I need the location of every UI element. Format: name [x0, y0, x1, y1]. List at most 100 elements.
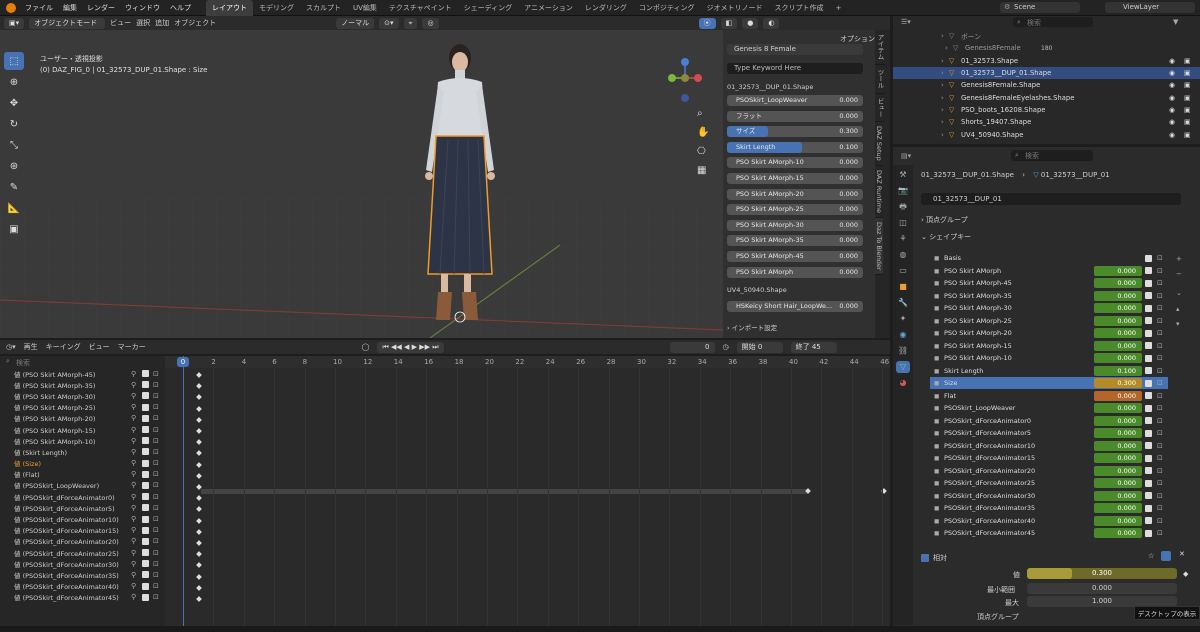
tab-daz-to-blender[interactable]: Daz To Blender — [875, 217, 883, 276]
shape-key-value[interactable]: 0.000 — [1094, 403, 1142, 414]
lock-icon[interactable]: ⊡ — [153, 381, 159, 389]
fcurve-modifier-icon[interactable]: ⚲ — [131, 526, 136, 534]
camera-icon[interactable]: ⎔ — [697, 146, 706, 157]
render-camera-icon[interactable]: ▣ — [1184, 118, 1190, 126]
shape-key-lock-icon[interactable]: ⊡ — [1157, 467, 1163, 475]
current-frame-field[interactable]: 0 — [669, 341, 715, 353]
expand-icon[interactable]: › — [941, 131, 944, 139]
fcurve-modifier-icon[interactable]: ⚲ — [131, 593, 136, 601]
lock-icon[interactable]: ⊡ — [153, 537, 159, 545]
lock-icon[interactable]: ⊡ — [153, 549, 159, 557]
shape-key-mute-checkbox[interactable] — [1145, 354, 1152, 362]
tab-modeling[interactable]: モデリング — [253, 0, 300, 16]
lock-icon[interactable]: ⊡ — [153, 370, 159, 378]
shape-slider[interactable]: PSO Skirt AMorph 0.000 — [727, 266, 863, 278]
tab-shading[interactable]: シェーディング — [458, 0, 519, 16]
shape-key-value[interactable]: 0.000 — [1094, 515, 1142, 526]
lock-icon[interactable]: ⊡ — [153, 571, 159, 579]
fcurve-modifier-icon[interactable]: ⚲ — [131, 459, 136, 467]
select-tool-icon[interactable]: ⬚ — [4, 52, 24, 70]
fcurve-modifier-icon[interactable]: ⚲ — [131, 414, 136, 422]
shape-key-value[interactable]: 0.000 — [1094, 290, 1142, 301]
hair-slider[interactable]: HSKeicy Short Hair_LoopWe... 0.000 — [727, 301, 863, 312]
lock-icon[interactable]: ⊡ — [153, 481, 159, 489]
expand-icon[interactable]: › — [941, 94, 944, 102]
vertex-groups-panel[interactable]: › 頂点グループ — [921, 215, 968, 225]
add-shape-key-icon[interactable]: + — [1176, 255, 1182, 263]
channel-checkbox[interactable] — [142, 515, 149, 523]
shape-key-lock-icon[interactable]: ⊡ — [1157, 367, 1163, 375]
channel-row[interactable]: 値 (PSOSkirt_dForceAnimator10) ⚲ ⊡ — [0, 513, 165, 524]
collection-tab-icon[interactable]: ▭ — [896, 265, 910, 277]
object-tab-icon[interactable]: ■ — [896, 281, 910, 293]
channel-row[interactable]: 値 (Size) ⚲ ⊡ — [0, 458, 165, 469]
move-up-icon[interactable]: ▴ — [1176, 305, 1180, 313]
expand-icon[interactable]: › — [941, 106, 944, 114]
shape-key-lock-icon[interactable]: ⊡ — [1157, 479, 1163, 487]
fcurve-modifier-icon[interactable]: ⚲ — [131, 448, 136, 456]
keyframe[interactable] — [196, 517, 202, 524]
menu-add[interactable]: 追加 — [155, 18, 169, 28]
shape-key-row[interactable]: ◼ PSOSkirt_dForceAnimator0 0.000 ⊡ — [930, 415, 1168, 427]
channel-row[interactable]: 値 (Skirt Length) ⚲ ⊡ — [0, 446, 165, 457]
channel-row[interactable]: 値 (PSOSkirt_dForceAnimator20) ⚲ ⊡ — [0, 536, 165, 547]
start-frame-field[interactable]: 開始 0 — [736, 341, 783, 353]
tab-uv[interactable]: UV編集 — [347, 0, 383, 16]
filter-icon[interactable]: ▼ — [1173, 18, 1178, 26]
shading-material-icon[interactable]: ◐ — [763, 17, 780, 29]
shape-key-row[interactable]: ◼ PSOSkirt_dForceAnimator20 0.000 ⊡ — [930, 465, 1168, 477]
proportional-icon[interactable]: ◎ — [422, 17, 439, 29]
shape-key-row[interactable]: ◼ PSOSkirt_dForceAnimator25 0.000 ⊡ — [930, 477, 1168, 489]
shape-key-lock-icon[interactable]: ⊡ — [1157, 417, 1163, 425]
visibility-eye-icon[interactable]: ◉ — [1169, 131, 1175, 139]
xray-icon[interactable]: ◧ — [720, 17, 738, 29]
channel-checkbox[interactable] — [142, 381, 149, 389]
remove-shape-key-icon[interactable]: − — [1176, 270, 1182, 278]
shape-key-lock-icon[interactable]: ⊡ — [1157, 504, 1163, 512]
shape-key-value[interactable]: 0.000 — [1094, 478, 1142, 489]
menu-tl-view[interactable]: ビュー — [89, 342, 110, 352]
channel-checkbox[interactable] — [142, 459, 149, 467]
channel-checkbox[interactable] — [142, 549, 149, 557]
shape-key-row[interactable]: ◼ PSO Skirt AMorph-15 0.000 ⊡ — [930, 340, 1168, 352]
keyframe[interactable] — [196, 472, 202, 479]
shape-key-value[interactable]: 0.000 — [1094, 265, 1142, 276]
shape-key-mute-checkbox[interactable] — [1145, 342, 1152, 350]
shape-key-row[interactable]: ◼ PSO Skirt AMorph-35 0.000 ⊡ — [930, 290, 1168, 302]
channel-checkbox[interactable] — [142, 448, 149, 456]
outliner-row[interactable]: › ▽ Genesis8FemaleEyelashes.Shape ◉ ▣ — [893, 91, 1200, 103]
lock-icon[interactable]: ⊡ — [153, 392, 159, 400]
channel-checkbox[interactable] — [142, 504, 149, 512]
fcurve-modifier-icon[interactable]: ⚲ — [131, 392, 136, 400]
keyframe[interactable] — [196, 506, 202, 513]
shape-key-value[interactable]: 0.000 — [1094, 440, 1142, 451]
shape-key-mute-checkbox[interactable] — [1145, 504, 1152, 512]
properties-search[interactable]: ⌕ 検索 — [1011, 150, 1093, 161]
outliner-row[interactable]: › ▽ ボーン — [893, 30, 1200, 42]
expand-icon[interactable]: › — [945, 44, 948, 52]
move-tool-icon[interactable]: ✥ — [4, 94, 24, 112]
view-layer-tab-icon[interactable]: ◫ — [896, 217, 910, 229]
shape-slider[interactable]: PSOSkirt_LoopWeaver 0.000 — [727, 95, 863, 106]
keyframe[interactable] — [196, 383, 202, 390]
menu-select[interactable]: 選択 — [136, 18, 150, 28]
expand-icon[interactable]: › — [941, 81, 944, 89]
add-workspace-button[interactable]: + — [830, 0, 848, 16]
shape-key-row[interactable]: ◼ PSOSkirt_dForceAnimator5 0.000 ⊡ — [930, 427, 1168, 439]
shape-key-lock-icon[interactable]: ⊡ — [1157, 329, 1163, 337]
channel-row[interactable]: 値 (Flat) ⚲ ⊡ — [0, 469, 165, 480]
render-camera-icon[interactable]: ▣ — [1184, 94, 1190, 102]
keyframe[interactable] — [196, 584, 202, 591]
keyframe[interactable] — [196, 551, 202, 558]
pan-icon[interactable]: ✋ — [697, 127, 709, 138]
channel-checkbox[interactable] — [142, 571, 149, 579]
channel-row[interactable]: 値 (PSOSkirt_dForceAnimator0) ⚲ ⊡ — [0, 491, 165, 502]
channel-row[interactable]: 値 (PSO Skirt AMorph-15) ⚲ ⊡ — [0, 424, 165, 435]
shape-key-value[interactable]: 0.000 — [1094, 390, 1142, 401]
shape-slider[interactable]: PSO Skirt AMorph-30 0.000 — [727, 219, 863, 231]
output-tab-icon[interactable]: 🖶 — [896, 201, 910, 213]
zoom-icon[interactable]: ⌕ — [697, 108, 703, 119]
menu-edit[interactable]: 編集 — [58, 0, 82, 16]
shape-key-value[interactable]: 0.000 — [1094, 528, 1142, 539]
channel-checkbox[interactable] — [142, 526, 149, 534]
